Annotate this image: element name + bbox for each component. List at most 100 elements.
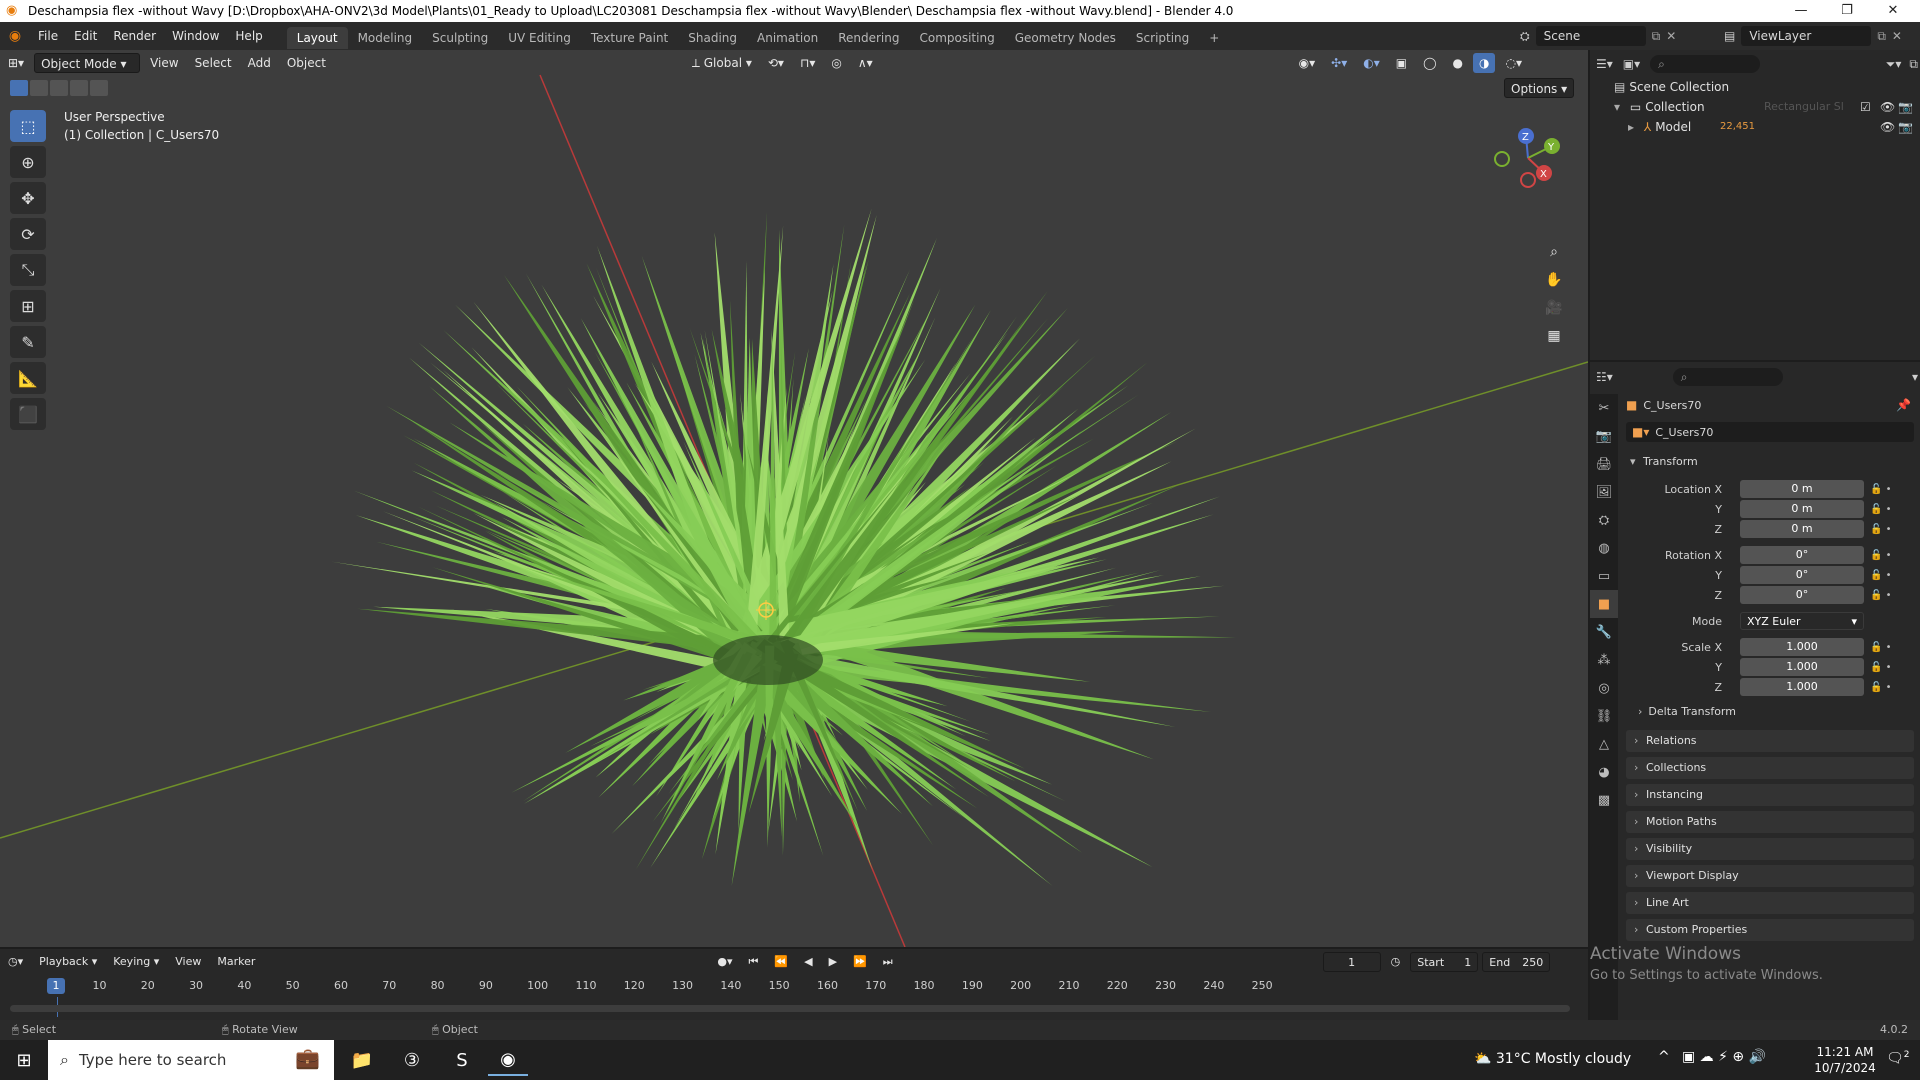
select-intersect-icon[interactable] <box>90 80 108 96</box>
output-tab-icon[interactable]: 🖨 <box>1590 450 1618 478</box>
add-workspace-button[interactable]: + <box>1199 27 1229 49</box>
timeline-scrollbar[interactable] <box>10 1005 1570 1012</box>
ortho-grid-icon[interactable]: ▦ <box>1540 322 1568 350</box>
play-icon[interactable]: ▶ <box>823 952 843 972</box>
view-layer-tab-icon[interactable]: 🖼 <box>1590 478 1618 506</box>
maximize-button[interactable]: ❐ <box>1824 0 1870 22</box>
windows-start-icon[interactable]: ⊞ <box>4 1044 44 1076</box>
tab-shading[interactable]: Shading <box>678 27 747 49</box>
xray-icon[interactable]: ▣ <box>1390 53 1413 73</box>
rotation-x-field[interactable]: 0° <box>1740 546 1864 564</box>
new-view-layer-icon[interactable]: ⧉ <box>1877 29 1886 44</box>
solid-shading-icon[interactable]: ● <box>1447 53 1469 73</box>
world-tab-icon[interactable]: ◍ <box>1590 534 1618 562</box>
physics-tab-icon[interactable]: ◎ <box>1590 674 1618 702</box>
taskbar-clock[interactable]: 11:21 AM 10/7/2024 <box>1810 1044 1880 1076</box>
display-mode-icon[interactable]: ▣▾ <box>1623 57 1640 71</box>
end-frame-field[interactable]: End 250 <box>1482 952 1551 972</box>
collection-checkbox[interactable]: ☑ <box>1860 97 1871 117</box>
object-mode-dropdown[interactable]: Object Mode ▾ <box>34 53 141 73</box>
blender-menu-icon[interactable]: ◉ <box>0 28 30 44</box>
data-tab-icon[interactable]: △ <box>1590 730 1618 758</box>
transform-tool[interactable]: ⊞ <box>10 290 46 322</box>
lock-icon[interactable]: 🔓 • <box>1870 480 1892 500</box>
lock-icon[interactable]: 🔓 • <box>1870 546 1892 566</box>
tab-scripting[interactable]: Scripting <box>1126 27 1199 49</box>
new-collection-icon[interactable]: ⧉ <box>1909 57 1918 72</box>
briefcase-icon[interactable]: 💼 <box>295 1046 320 1070</box>
jump-keyframe-forward-icon[interactable]: ⏩ <box>847 952 873 972</box>
falloff-icon[interactable]: ∧▾ <box>852 53 879 73</box>
current-frame-field[interactable]: 1 <box>1322 952 1381 972</box>
lock-icon[interactable]: 🔓 • <box>1870 500 1892 520</box>
panel-line-art[interactable]: Line Art <box>1626 892 1914 914</box>
marker-menu[interactable]: Marker <box>211 952 261 972</box>
rotation-mode-dropdown[interactable]: XYZ Euler ▾ <box>1740 612 1864 630</box>
tab-layout[interactable]: Layout <box>286 26 348 49</box>
app-3-icon[interactable]: ③ <box>392 1044 432 1076</box>
material-tab-icon[interactable]: ◕ <box>1590 758 1618 786</box>
texture-tab-icon[interactable]: ▩ <box>1590 786 1618 814</box>
properties-search-icon[interactable]: ⌕ <box>1672 368 1783 386</box>
tray-chevron-icon[interactable]: ^ <box>1658 1049 1670 1065</box>
tab-animation[interactable]: Animation <box>747 27 828 49</box>
menu-file[interactable]: File <box>30 22 66 50</box>
select-extend-icon[interactable] <box>30 80 48 96</box>
wireframe-shading-icon[interactable]: ◯ <box>1417 53 1442 73</box>
overlay-toggle-icon[interactable]: ◐▾ <box>1357 53 1386 73</box>
timeline-editor-icon[interactable]: ◷▾ <box>2 952 29 972</box>
scale-z-field[interactable]: 1.000 <box>1740 678 1864 696</box>
lock-icon[interactable]: 🔓 • <box>1870 520 1892 540</box>
collection-camera-icon[interactable]: 📷 <box>1898 97 1913 117</box>
location-z-field[interactable]: 0 m <box>1740 520 1864 538</box>
delete-view-layer-icon[interactable]: ✕ <box>1892 29 1902 43</box>
panel-instancing[interactable]: Instancing <box>1626 784 1914 806</box>
select-invert-icon[interactable] <box>70 80 88 96</box>
keying-menu[interactable]: Keying ▾ <box>107 952 165 972</box>
tray-icons[interactable]: ▣ ☁ ⚡ ⊕ 🔊 <box>1682 1049 1766 1065</box>
taskbar-search[interactable]: ⌕ Type here to search 💼 <box>48 1040 334 1080</box>
preview-range-icon[interactable]: ◷ <box>1385 952 1407 972</box>
close-button[interactable]: ✕ <box>1870 0 1916 22</box>
object-tab-icon[interactable]: ■ <box>1590 590 1618 618</box>
menu-view[interactable]: View <box>144 53 184 73</box>
editor-type-icon[interactable]: ⊞▾ <box>2 53 30 73</box>
rotate-tool[interactable]: ⟳ <box>10 218 46 250</box>
add-cube-tool[interactable]: ⬛ <box>10 398 46 430</box>
modifier-tab-icon[interactable]: 🔧 <box>1590 618 1618 646</box>
constraints-tab-icon[interactable]: ⛓ <box>1590 702 1618 730</box>
properties-options-icon[interactable]: ▾ <box>1912 370 1918 384</box>
scene-tab-icon[interactable]: ⛭ <box>1590 506 1618 534</box>
blender-taskbar-icon[interactable]: ◉ <box>488 1044 528 1076</box>
material-shading-icon[interactable]: ◑ <box>1472 53 1496 73</box>
tab-texture-paint[interactable]: Texture Paint <box>581 27 678 49</box>
notification-icon[interactable]: 🗨2 <box>1886 1050 1910 1067</box>
tab-compositing[interactable]: Compositing <box>909 27 1004 49</box>
select-subtract-icon[interactable] <box>50 80 68 96</box>
pan-hand-icon[interactable]: ✋ <box>1540 266 1568 294</box>
jump-keyframe-back-icon[interactable]: ⏪ <box>768 952 794 972</box>
pivot-icon[interactable]: ⟲▾ <box>762 53 790 73</box>
model-camera-icon[interactable]: 📷 <box>1898 117 1913 137</box>
panel-relations[interactable]: Relations <box>1626 730 1914 752</box>
file-explorer-icon[interactable]: 📁 <box>342 1044 382 1076</box>
visibility-icon[interactable]: ◉▾ <box>1293 53 1322 73</box>
transform-panel-header[interactable]: ▾ Transform <box>1626 450 1914 474</box>
location-y-field[interactable]: 0 m <box>1740 500 1864 518</box>
weather-widget[interactable]: ⛅ 31°C Mostly cloudy <box>1474 1051 1631 1067</box>
view-layer-selector[interactable]: ▤ ViewLayer ⧉ ✕ <box>1724 26 1902 46</box>
cursor-tool[interactable]: ⊕ <box>10 146 46 178</box>
tool-tab-icon[interactable]: ✂ <box>1590 394 1618 422</box>
menu-object[interactable]: Object <box>281 53 332 73</box>
tab-uv-editing[interactable]: UV Editing <box>498 27 581 49</box>
playback-menu[interactable]: Playback ▾ <box>33 952 103 972</box>
menu-help[interactable]: Help <box>227 22 270 50</box>
timeline-view-menu[interactable]: View <box>169 952 207 972</box>
gizmo-toggle-icon[interactable]: ✣▾ <box>1325 53 1353 73</box>
tab-sculpting[interactable]: Sculpting <box>422 27 498 49</box>
3d-viewport[interactable]: ⊞▾ Object Mode ▾ View Select Add Object … <box>0 50 1588 947</box>
playhead-frame[interactable]: 1 <box>47 978 65 994</box>
measure-tool[interactable]: 📐 <box>10 362 46 394</box>
expand-arrow-icon[interactable]: ▾ <box>1614 100 1620 114</box>
menu-add[interactable]: Add <box>242 53 277 73</box>
